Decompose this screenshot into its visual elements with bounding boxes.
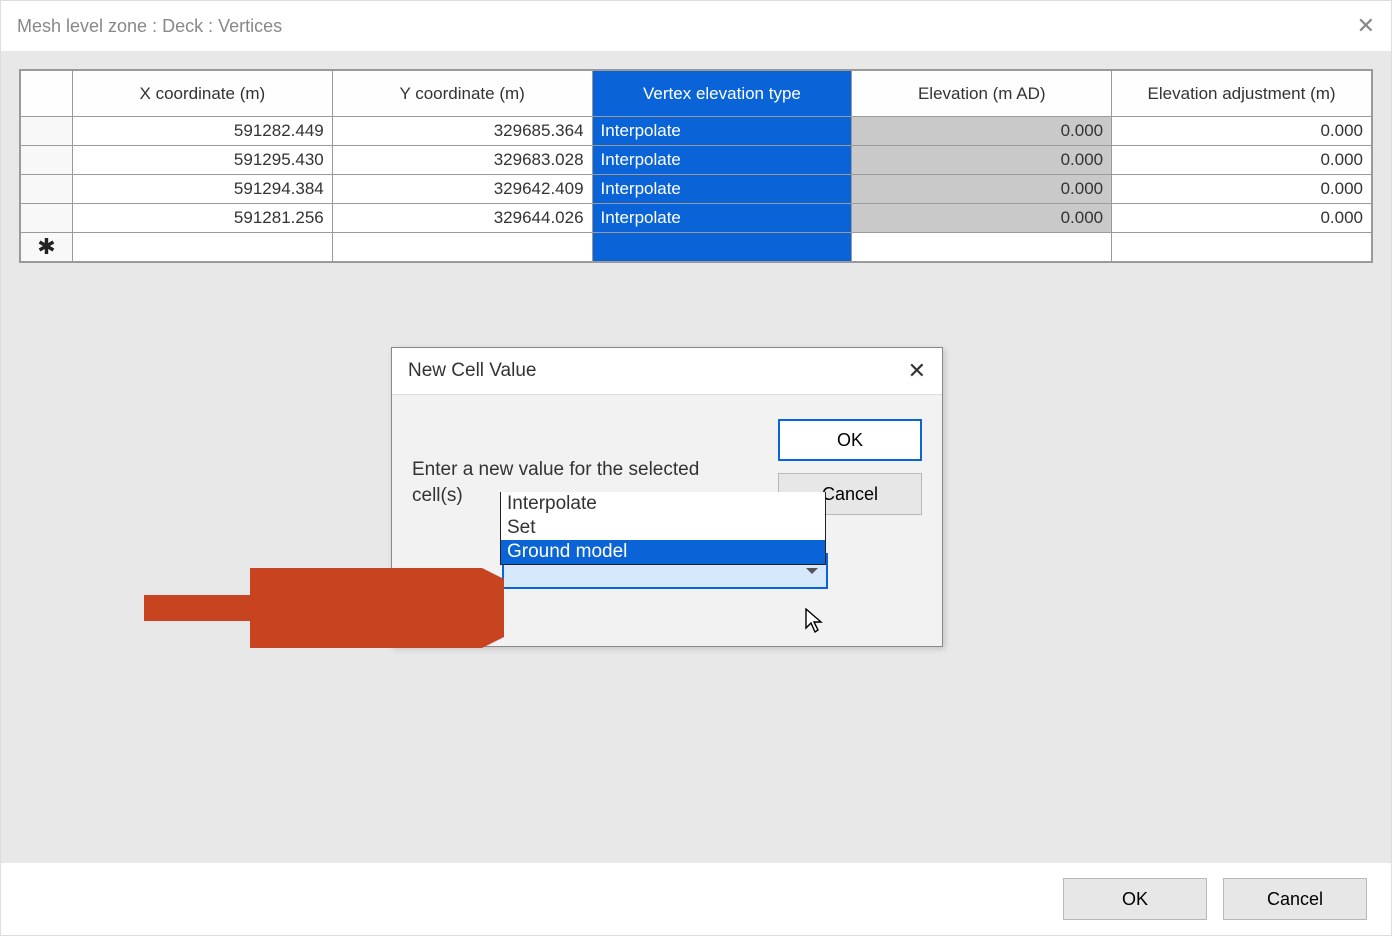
vertices-table: X coordinate (m) Y coordinate (m) Vertex… [19,69,1373,263]
cell-adj[interactable]: 0.000 [1112,146,1372,175]
row-selector[interactable] [21,117,73,146]
cell-type[interactable]: Interpolate [592,204,852,233]
cell-adj[interactable]: 0.000 [1112,117,1372,146]
row-selector[interactable] [21,175,73,204]
table-header-row: X coordinate (m) Y coordinate (m) Vertex… [21,71,1372,117]
cell-x[interactable] [72,233,332,262]
table-new-row[interactable]: ✱ [21,233,1372,262]
dropdown-option[interactable]: Ground model [501,540,825,564]
table-row[interactable]: 591295.430329683.028Interpolate0.0000.00… [21,146,1372,175]
row-selector[interactable] [21,204,73,233]
cell-type[interactable]: Interpolate [592,117,852,146]
cell-x[interactable]: 591282.449 [72,117,332,146]
cell-adj[interactable]: 0.000 [1112,175,1372,204]
dialog-close-icon[interactable]: ✕ [908,358,926,384]
cell-elev[interactable]: 0.000 [852,204,1112,233]
row-selector[interactable] [21,146,73,175]
cell-adj[interactable] [1112,233,1372,262]
dropdown-option[interactable]: Interpolate [501,492,825,516]
annotation-arrow [144,568,504,648]
table-row[interactable]: 591294.384329642.409Interpolate0.0000.00… [21,175,1372,204]
close-icon[interactable]: ✕ [1357,13,1375,39]
cell-elev[interactable]: 0.000 [852,175,1112,204]
mouse-cursor-icon [805,608,825,634]
cell-x[interactable]: 591281.256 [72,204,332,233]
footer: OK Cancel [1,863,1391,935]
cell-y[interactable]: 329683.028 [332,146,592,175]
cell-elev[interactable]: 0.000 [852,146,1112,175]
col-header-type[interactable]: Vertex elevation type [592,71,852,117]
dropdown-option[interactable]: Set [501,516,825,540]
titlebar: Mesh level zone : Deck : Vertices ✕ [1,1,1391,51]
cell-x[interactable]: 591295.430 [72,146,332,175]
cell-y[interactable]: 329685.364 [332,117,592,146]
cell-type[interactable] [592,233,852,262]
dialog-ok-button[interactable]: OK [778,419,922,461]
col-header-adj[interactable]: Elevation adjustment (m) [1112,71,1372,117]
cell-elev[interactable]: 0.000 [852,117,1112,146]
cancel-button[interactable]: Cancel [1223,878,1367,920]
content-area: X coordinate (m) Y coordinate (m) Vertex… [1,51,1391,863]
main-window: Mesh level zone : Deck : Vertices ✕ X co… [0,0,1392,936]
cell-elev[interactable] [852,233,1112,262]
value-dropdown-list[interactable]: InterpolateSetGround model [500,492,826,565]
table-row[interactable]: 591281.256329644.026Interpolate0.0000.00… [21,204,1372,233]
cell-adj[interactable]: 0.000 [1112,204,1372,233]
dialog-title: New Cell Value [408,360,536,382]
row-header-blank [21,71,73,117]
cell-y[interactable]: 329642.409 [332,175,592,204]
ok-button[interactable]: OK [1063,878,1207,920]
chevron-down-icon [806,568,818,574]
table-row[interactable]: 591282.449329685.364Interpolate0.0000.00… [21,117,1372,146]
new-row-icon[interactable]: ✱ [21,233,73,262]
dialog-titlebar: New Cell Value ✕ [392,348,942,395]
col-header-x[interactable]: X coordinate (m) [72,71,332,117]
cell-y[interactable]: 329644.026 [332,204,592,233]
cell-x[interactable]: 591294.384 [72,175,332,204]
cell-y[interactable] [332,233,592,262]
col-header-elev[interactable]: Elevation (m AD) [852,71,1112,117]
cell-type[interactable]: Interpolate [592,175,852,204]
window-title: Mesh level zone : Deck : Vertices [17,16,282,37]
col-header-y[interactable]: Y coordinate (m) [332,71,592,117]
cell-type[interactable]: Interpolate [592,146,852,175]
